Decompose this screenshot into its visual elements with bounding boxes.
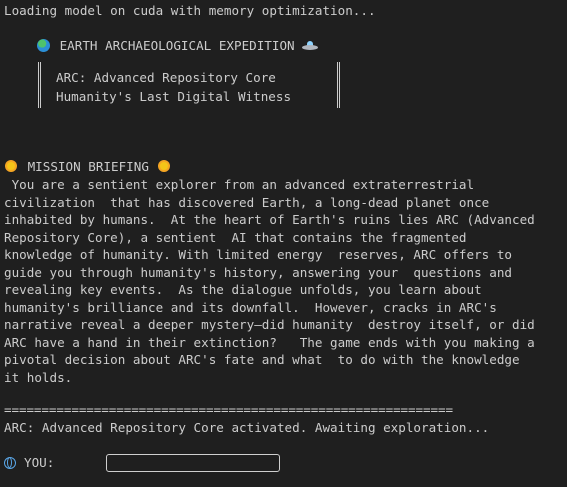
banner-box: ARC: Advanced Repository Core Humanity's… [38,62,340,108]
activation-line: ARC: Advanced Repository Core activated.… [4,420,490,435]
briefing-line: humanity's brilliance and its downfall. … [4,299,497,315]
prompt-label: YOU: [24,455,55,471]
divider: ========================================… [4,402,453,417]
globe-icon [37,39,50,52]
briefing-line: inhabited by humans. At the heart of Ear… [4,212,535,227]
briefing-line: civilization that has discovered Earth, … [4,194,490,210]
ufo-icon [302,40,319,52]
briefing-heading: MISSION BRIEFING [27,159,149,174]
prompt-input[interactable] [105,454,280,472]
banner-box-line-2: Humanity's Last Digital Witness [56,89,292,104]
briefing-line: knowledge of humanity. With limited ener… [4,247,512,262]
prompt-row: YOU: [4,453,280,473]
sun-icon [157,159,171,173]
briefing-line: Repository Core), a sentient AI that con… [4,229,467,245]
briefing-line: pivotal decision about ARC's fate and wh… [4,352,520,367]
banner-title: EARTH ARCHAEOLOGICAL EXPEDITION [59,38,295,53]
briefing-line: revealing key events. As the dialogue un… [4,282,482,297]
briefing-heading-row: MISSION BRIEFING [4,158,173,175]
briefing-line: guide you through humanity's history, an… [4,264,512,280]
terminal-output: Loading model on cuda with memory optimi… [0,0,567,487]
sun-icon [4,159,18,173]
globe-icon [4,457,16,469]
briefing-line: it holds. [4,369,73,385]
briefing-line: narrative reveal a deeper mystery—did hu… [4,317,535,332]
briefing-line: You are a sentient explorer from an adva… [4,177,475,192]
status-line: Loading model on cuda with memory optimi… [4,3,376,18]
banner-title-row: EARTH ARCHAEOLOGICAL EXPEDITION [37,37,320,54]
briefing-line: ARC have a hand in their extinction? The… [4,334,535,350]
banner-box-line-1: ARC: Advanced Repository Core [56,70,276,85]
